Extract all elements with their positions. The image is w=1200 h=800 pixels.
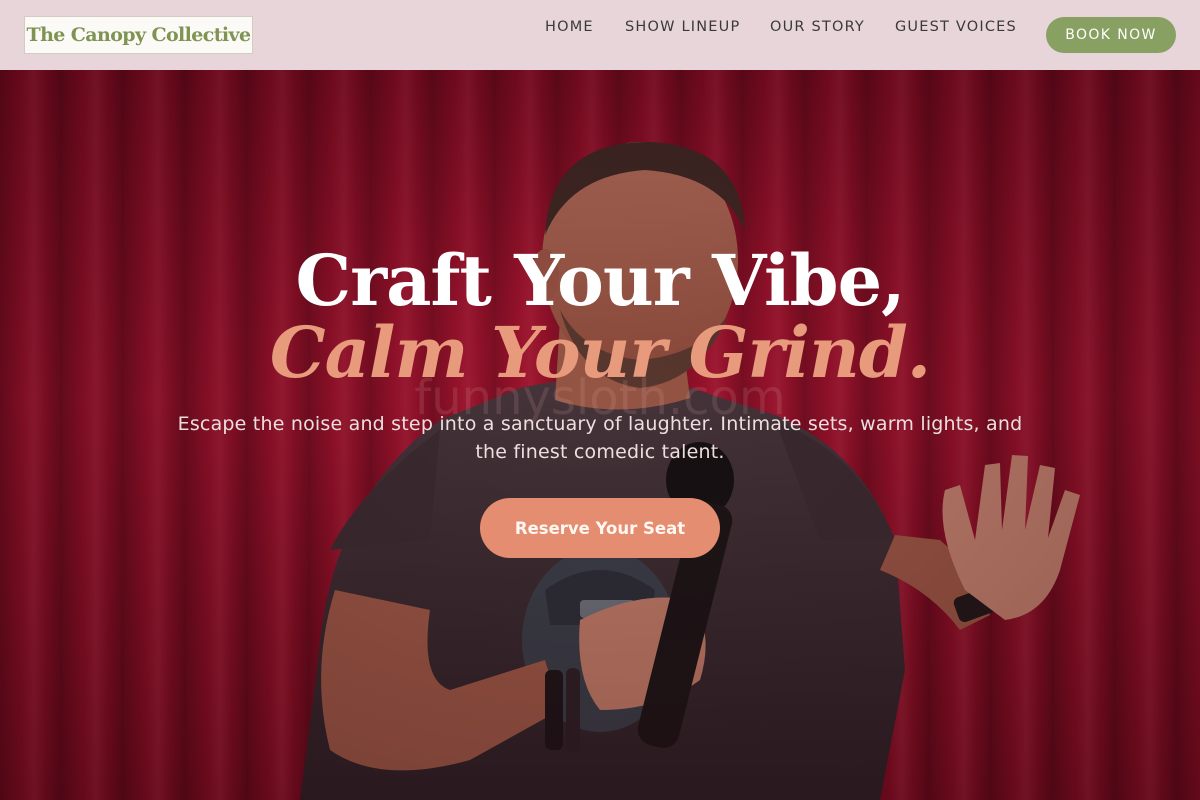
nav-home[interactable]: HOME	[545, 18, 594, 36]
logo-text: The Canopy Collective	[26, 24, 252, 46]
nav-guest-voices[interactable]: GUEST VOICES	[895, 18, 1017, 36]
reserve-seat-button[interactable]: Reserve Your Seat	[480, 498, 720, 558]
book-now-button[interactable]: BOOK NOW	[1046, 17, 1176, 53]
hero-section: Craft Your Vibe, Calm Your Grind. funnys…	[0, 70, 1200, 800]
hero-subtitle: Escape the noise and step into a sanctua…	[177, 413, 1023, 463]
nav-our-story[interactable]: OUR STORY	[770, 18, 865, 36]
hero-headline-line2: Calm Your Grind.	[269, 311, 931, 394]
site-header: The Canopy Collective HOME SHOW LINEUP O…	[0, 0, 1200, 70]
logo[interactable]: The Canopy Collective	[24, 16, 253, 54]
nav-show-lineup[interactable]: SHOW LINEUP	[625, 18, 740, 36]
